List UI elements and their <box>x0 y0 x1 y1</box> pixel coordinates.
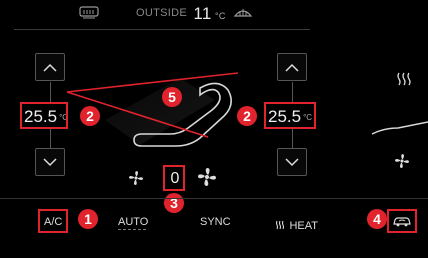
badge-5: 5 <box>162 87 182 107</box>
front-defrost-icon[interactable] <box>232 6 254 20</box>
heat-button[interactable]: HEAT <box>275 216 318 234</box>
top-bar: OUTSIDE 11 °C <box>14 0 310 30</box>
highlight-box-fan-speed <box>163 165 185 191</box>
rear-seat-icon[interactable] <box>368 110 428 140</box>
chevron-up-icon <box>285 63 299 72</box>
outside-temperature: OUTSIDE 11 °C <box>136 4 226 24</box>
badge-1: 1 <box>78 209 98 229</box>
sync-button[interactable]: SYNC <box>200 216 231 228</box>
heat-icon <box>276 220 284 230</box>
bottom-button-bar: A/C 1 AUTO SYNC HEAT 4 <box>0 198 428 258</box>
rear-fan-icon[interactable] <box>394 153 410 169</box>
highlight-box-ac <box>38 209 68 233</box>
outside-label: OUTSIDE <box>136 7 187 19</box>
chevron-up-icon <box>43 63 57 72</box>
rear-defrost-icon[interactable] <box>78 6 100 20</box>
passenger-slider-track-top <box>292 82 293 102</box>
climate-control-screen: OUTSIDE 11 °C 25.5 °C 2 2 25.5 °C 5 0 3 … <box>0 0 428 258</box>
car-recirculation-icon[interactable] <box>391 214 413 228</box>
airflow-glow <box>105 78 215 145</box>
passenger-temp-up-button[interactable] <box>277 53 307 81</box>
outside-temp-value: 11 <box>193 4 212 23</box>
driver-slider-track-top <box>50 82 51 102</box>
heat-label: HEAT <box>289 220 318 232</box>
driver-slider-track-bottom <box>50 129 51 149</box>
airflow-seat-diagram[interactable] <box>60 60 270 160</box>
passenger-slider-track-bottom <box>292 129 293 149</box>
badge-4: 4 <box>367 209 387 229</box>
auto-indicator <box>118 229 146 230</box>
chevron-down-icon <box>285 157 299 166</box>
outside-temp-unit: °C <box>214 11 226 21</box>
fan-small-icon[interactable] <box>128 170 144 186</box>
fan-large-icon[interactable] <box>197 167 217 187</box>
seat-heat-icon[interactable] <box>396 72 412 86</box>
highlight-box-passenger-temp <box>264 102 316 129</box>
chevron-down-icon <box>43 157 57 166</box>
auto-button[interactable]: AUTO <box>118 216 148 228</box>
passenger-temp-down-button[interactable] <box>277 148 307 176</box>
